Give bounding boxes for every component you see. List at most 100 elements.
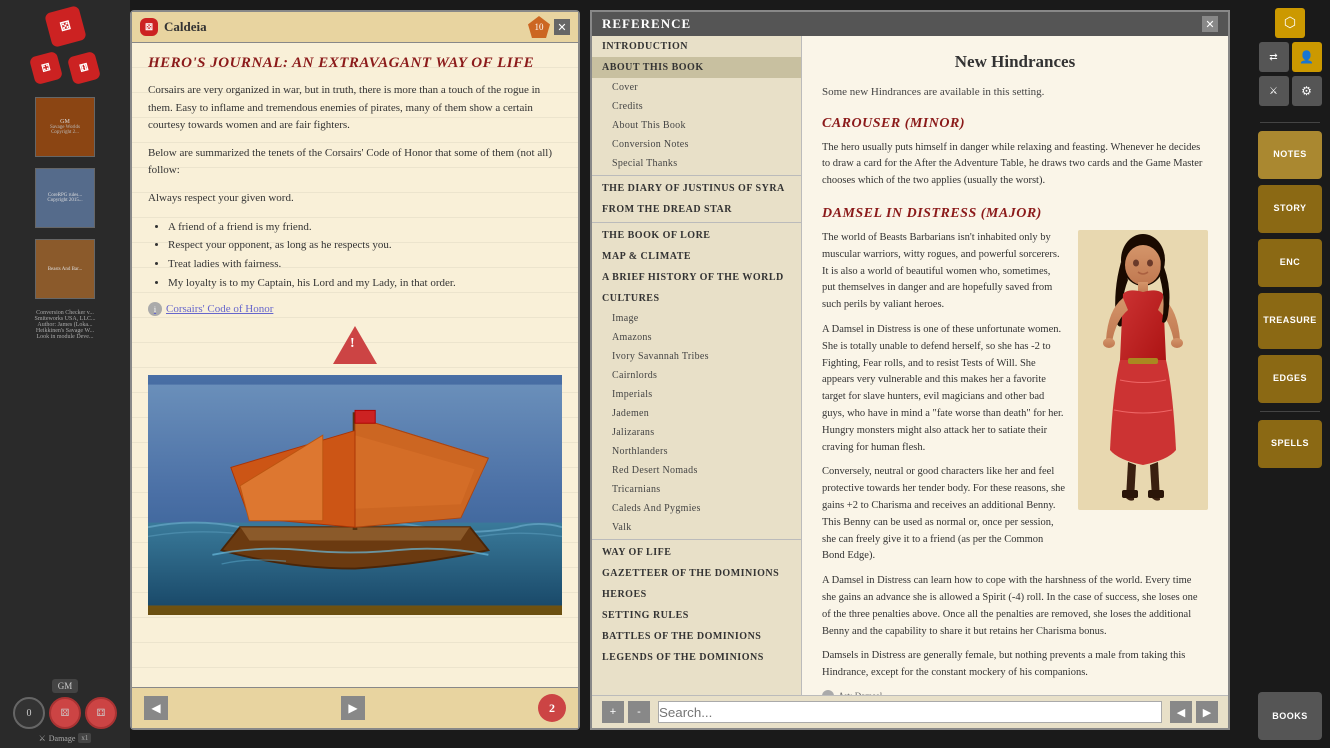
journal-titlebar[interactable]: ⚄ Caldeia 10 ✕ xyxy=(132,12,578,43)
toc-credits[interactable]: Credits xyxy=(592,97,801,116)
rs-books-btn[interactable]: Books xyxy=(1258,692,1322,740)
toc-conversion-notes[interactable]: Conversion Notes xyxy=(592,135,801,154)
hindrance-damsel-p4: A Damsel in Distress can learn how to co… xyxy=(822,573,1208,640)
toc-cairnlords[interactable]: Cairnlords xyxy=(592,366,801,385)
journal-close-btn[interactable]: ✕ xyxy=(554,19,570,35)
toc-jalizarans[interactable]: Jalizarans xyxy=(592,423,801,442)
toc-legends[interactable]: Legends of the Dominions xyxy=(592,647,801,668)
book-beasts[interactable]: Beasts And Bar... xyxy=(35,239,95,299)
rs-edges-btn[interactable]: Edges xyxy=(1258,355,1322,403)
ref-main-content[interactable]: New Hindrances Some new Hindrances are a… xyxy=(802,36,1228,695)
die-circle-right[interactable]: ⚃ xyxy=(85,697,117,729)
journal-content[interactable]: Hero's Journal: An Extravagant Way of Li… xyxy=(132,43,578,687)
hindrance-carouser-header: Carouser (Minor) xyxy=(822,116,1208,132)
toc-red-desert[interactable]: Red Desert Nomads xyxy=(592,461,801,480)
book-savage-worlds[interactable]: GM Savage WorldsCopyright 2... xyxy=(35,97,95,157)
journal-d10[interactable]: 10 xyxy=(528,16,550,38)
hindrance-damsel-header: Damsel in Distress (Major) xyxy=(822,206,1208,222)
hindrance-damsel: Damsel in Distress (Major) The world of … xyxy=(822,206,1208,695)
ref-next-btn[interactable]: ▶ xyxy=(1196,701,1218,723)
sidebar-book-meta: Conversion Checker v...Smiteworks USA, L… xyxy=(34,310,95,340)
toc-setting-rules[interactable]: Setting Rules xyxy=(592,605,801,626)
rs-notes-label: Notes xyxy=(1273,149,1307,161)
toc-cover[interactable]: Cover xyxy=(592,78,801,97)
rs-spells-btn[interactable]: Spells xyxy=(1258,420,1322,468)
toc-heroes[interactable]: Heroes xyxy=(592,584,801,605)
rs-books-label: Books xyxy=(1272,711,1308,721)
hindrance-damsel-body: The world of Beasts Barbarians isn't inh… xyxy=(822,230,1208,573)
toc-jademen[interactable]: Jademen xyxy=(592,404,801,423)
journal-section-header: Hero's Journal: An Extravagant Way of Li… xyxy=(148,55,562,72)
toc-tricarnians[interactable]: Tricarnians xyxy=(592,480,801,499)
toc-caleds[interactable]: Caleds And Pygmies xyxy=(592,499,801,518)
book-copyright-1: Savage WorldsCopyright 2... xyxy=(50,125,80,135)
damage-icon: ⚔ xyxy=(39,734,46,743)
die-circle-mid[interactable]: ⚄ xyxy=(49,697,81,729)
rs-person-icon[interactable]: 👤 xyxy=(1292,42,1322,72)
right-sidebar-icons: ⬡ ⇄ 👤 ⚔ ⚙ xyxy=(1259,8,1322,106)
toc-battles[interactable]: Battles of the Dominions xyxy=(592,626,801,647)
rs-coin-icon[interactable]: ⬡ xyxy=(1275,8,1305,38)
toc-book-of-lore[interactable]: The Book of Lore xyxy=(592,225,801,246)
list-item-4: My loyalty is to my Captain, his Lord an… xyxy=(168,274,562,293)
toc-special-thanks[interactable]: Special Thanks xyxy=(592,154,801,173)
toc-valk[interactable]: Valk xyxy=(592,518,801,537)
dice-red-1[interactable]: ⚃ xyxy=(29,51,63,85)
toc-way-of-life[interactable]: Way of Life xyxy=(592,542,801,563)
toc-diary[interactable]: The Diary of Justinus of Syra xyxy=(592,178,801,199)
journal-image-section: ! xyxy=(148,326,562,615)
journal-prev-btn[interactable]: ◀ xyxy=(144,696,168,720)
rs-sword-icon[interactable]: ⚔ xyxy=(1259,76,1289,106)
ref-prev-btn[interactable]: ◀ xyxy=(1170,701,1192,723)
rs-arrows-icon[interactable]: ⇄ xyxy=(1259,42,1289,72)
dice-red-2[interactable]: ⚅ xyxy=(67,51,101,85)
toc-imperials[interactable]: Imperials xyxy=(592,385,801,404)
list-item-3: Treat ladies with fairness. xyxy=(168,255,562,274)
ref-zoom-out-btn[interactable]: - xyxy=(628,701,650,723)
rs-story-btn[interactable]: Story xyxy=(1258,185,1322,233)
link-icon: i xyxy=(148,302,162,316)
toc-amazons[interactable]: Amazons xyxy=(592,328,801,347)
toc-about-this-book-sub[interactable]: About This Book xyxy=(592,116,801,135)
toc-gazetteer[interactable]: Gazetteer of the Dominions xyxy=(592,563,801,584)
hindrance-damsel-p3: Conversely, neutral or good characters l… xyxy=(822,464,1066,565)
ref-zoom-in-btn[interactable]: + xyxy=(602,701,624,723)
rs-divider-2 xyxy=(1260,411,1320,412)
rs-gear-icon[interactable]: ⚙ xyxy=(1292,76,1322,106)
rs-enc-label: Enc xyxy=(1280,257,1301,269)
die-circle-left[interactable]: 0 xyxy=(13,697,45,729)
reference-title: Reference xyxy=(602,16,691,32)
list-item-1: A friend of a friend is my friend. xyxy=(168,218,562,237)
ref-search-input[interactable] xyxy=(658,701,1162,723)
toc-cultures[interactable]: Cultures xyxy=(592,288,801,309)
rs-enc-btn[interactable]: Enc xyxy=(1258,239,1322,287)
journal-link[interactable]: i Corsairs' Code of Honor xyxy=(148,302,562,316)
toc-map-climate[interactable]: Map & Climate xyxy=(592,246,801,267)
hindrance-damsel-p5: Damsels in Distress are generally female… xyxy=(822,648,1208,682)
toc-image[interactable]: Image xyxy=(592,309,801,328)
toc-brief-history[interactable]: A Brief History of the World xyxy=(592,267,801,288)
dice-d6-top[interactable]: ⚄ xyxy=(44,5,87,48)
toc-sidebar[interactable]: Introduction About This Book Cover Credi… xyxy=(592,36,802,695)
rs-notes-btn[interactable]: Notes xyxy=(1258,131,1322,179)
book-corerpg[interactable]: CoreRPG rules...Copyright 2015... xyxy=(35,168,95,228)
reference-close-btn[interactable]: ✕ xyxy=(1202,16,1218,32)
book-corerpg-label: CoreRPG rules...Copyright 2015... xyxy=(45,191,84,205)
toc-ivory-savannah[interactable]: Ivory Savannah Tribes xyxy=(592,347,801,366)
journal-para-3: Always respect your given word. xyxy=(148,190,562,208)
reference-panel: Reference ✕ Introduction About This Book… xyxy=(590,10,1230,730)
toc-about-this-book[interactable]: About This Book xyxy=(592,57,801,78)
toc-divider-2 xyxy=(592,222,801,223)
toc-northlanders[interactable]: Northlanders xyxy=(592,442,801,461)
rs-story-label: Story xyxy=(1273,203,1306,215)
toc-dread-star[interactable]: From The Dread Star xyxy=(592,199,801,220)
rs-treasure-btn[interactable]: Treasure xyxy=(1258,293,1322,349)
ref-nav-arrows: ◀ ▶ xyxy=(1170,701,1218,723)
list-item-2: Respect your opponent, as long as he res… xyxy=(168,236,562,255)
journal-title: Caldeia xyxy=(164,19,207,35)
toc-introduction[interactable]: Introduction xyxy=(592,36,801,57)
journal-page-badge: 2 xyxy=(538,694,566,722)
journal-next-btn[interactable]: ▶ xyxy=(341,696,365,720)
warning-exclamation: ! xyxy=(350,336,355,352)
rs-edges-label: Edges xyxy=(1273,373,1307,385)
